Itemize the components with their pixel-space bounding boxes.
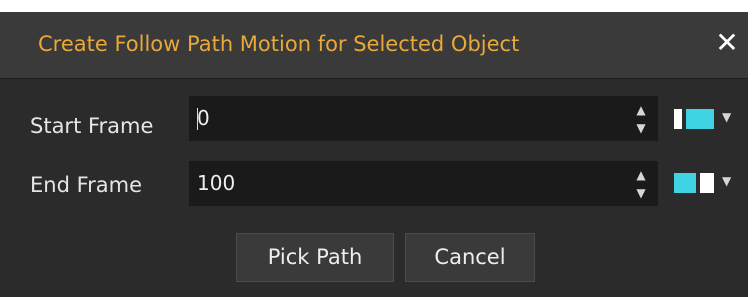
end-frame-input[interactable]: 100 — [189, 161, 658, 206]
end-frame-label: End Frame — [30, 173, 143, 197]
start-frame-input[interactable]: 0 — [189, 96, 658, 141]
end-frame-key-button[interactable]: ▼ — [674, 168, 736, 198]
end-frame-value: 100 — [197, 171, 236, 195]
follow-path-dialog: Create Follow Path Motion for Selected O… — [0, 12, 748, 297]
dropdown-arrow-icon[interactable]: ▼ — [722, 110, 731, 124]
start-frame-label: Start Frame — [30, 114, 154, 138]
dialog-title: Create Follow Path Motion for Selected O… — [38, 32, 520, 56]
spin-up-icon[interactable]: ▲ — [635, 104, 647, 116]
dropdown-arrow-icon[interactable]: ▼ — [722, 174, 731, 188]
text-cursor — [197, 108, 198, 130]
close-icon[interactable]: ✕ — [712, 26, 742, 60]
divider — [0, 78, 748, 79]
cancel-button[interactable]: Cancel — [405, 233, 535, 282]
spin-up-icon[interactable]: ▲ — [635, 169, 647, 181]
keyframe-toggle-icon — [674, 109, 714, 129]
keyframe-toggle-icon — [674, 173, 714, 193]
start-frame-value: 0 — [197, 106, 210, 130]
dialog-titlebar: Create Follow Path Motion for Selected O… — [0, 12, 748, 78]
pick-path-button[interactable]: Pick Path — [236, 233, 394, 282]
spin-down-icon[interactable]: ▼ — [635, 122, 647, 134]
end-frame-spinner[interactable]: ▲ ▼ — [630, 161, 652, 206]
start-frame-spinner[interactable]: ▲ ▼ — [630, 96, 652, 141]
spin-down-icon[interactable]: ▼ — [635, 187, 647, 199]
start-frame-key-button[interactable]: ▼ — [674, 104, 736, 134]
